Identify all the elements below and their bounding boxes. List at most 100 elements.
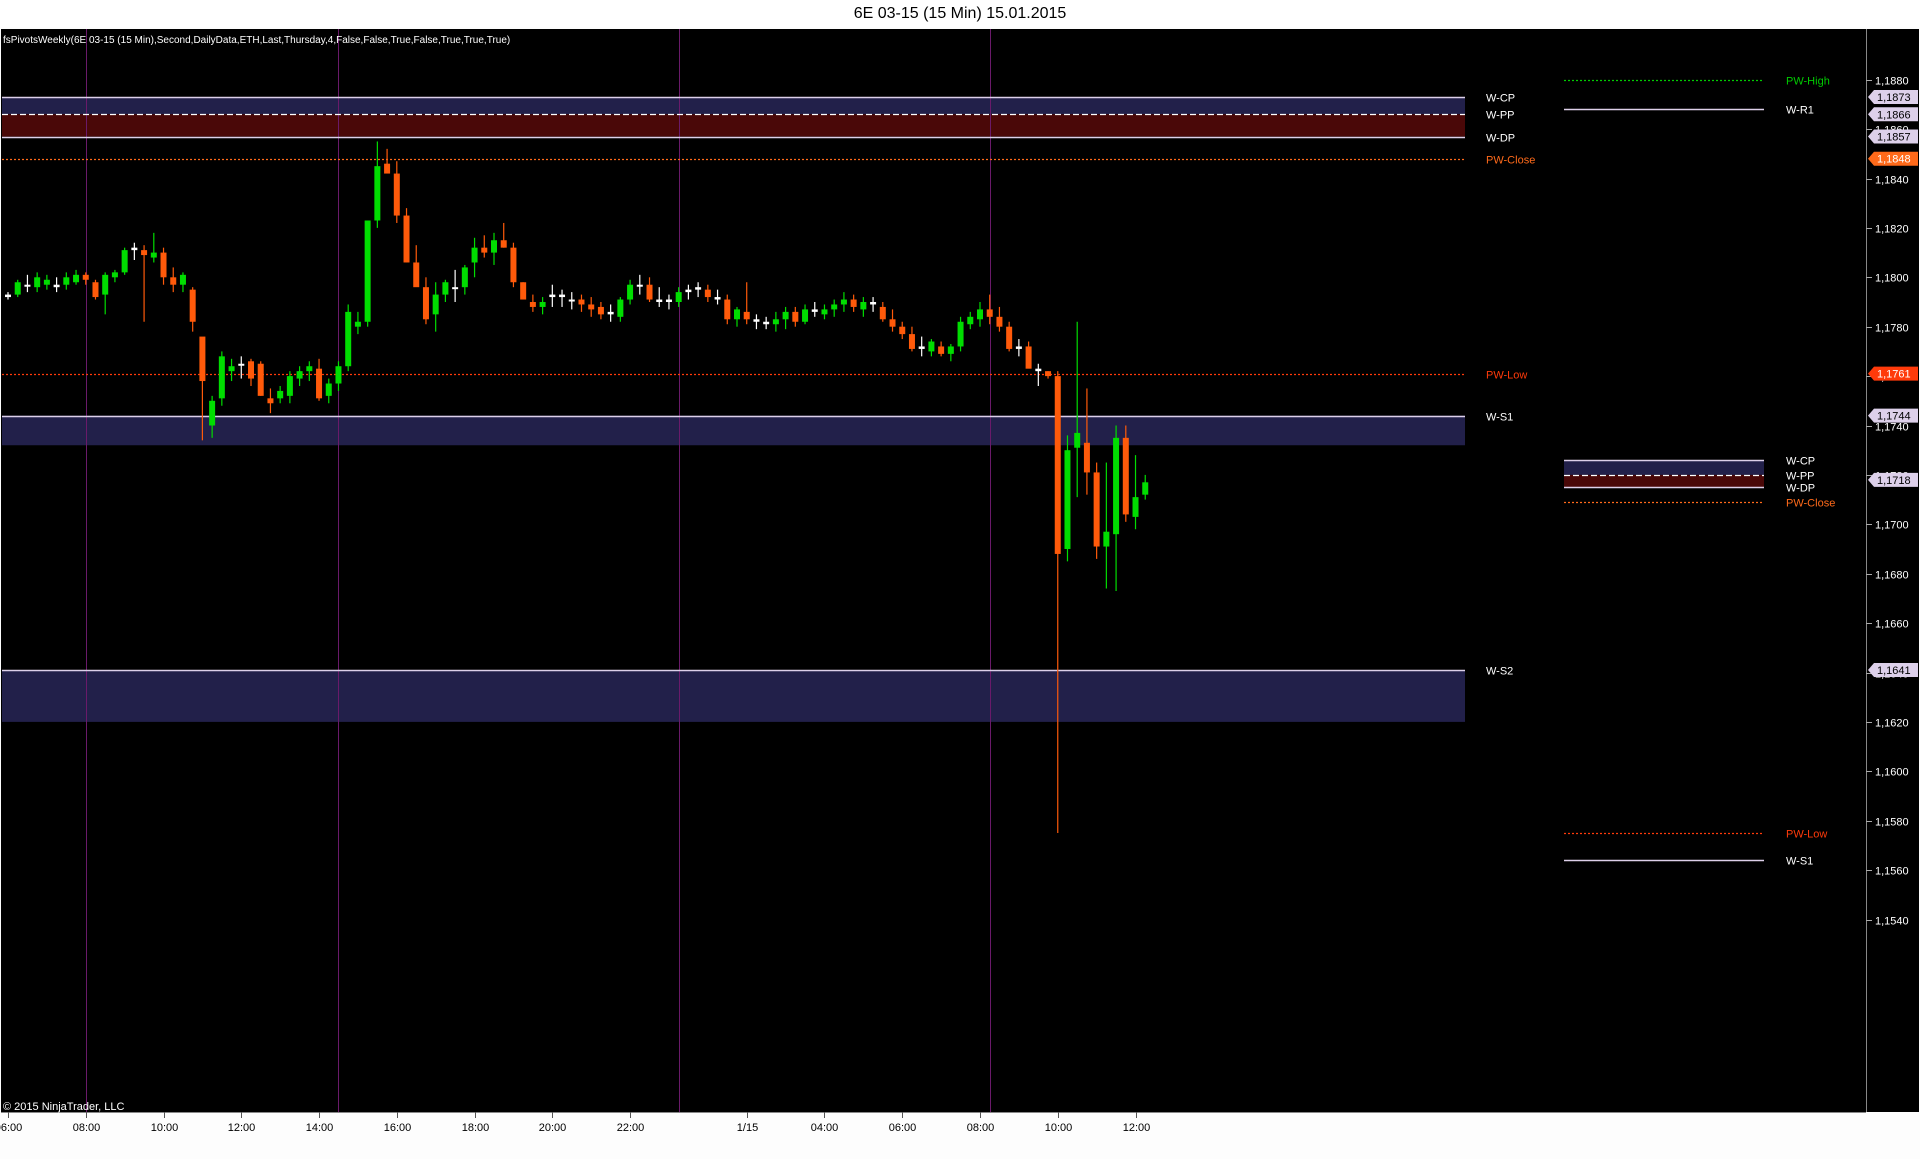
candle-body — [461, 267, 468, 288]
candle-body — [908, 334, 915, 349]
pivot-level-label: W-PP — [1486, 110, 1515, 122]
x-tick-label: 06:00 — [0, 1122, 22, 1134]
candle-body — [5, 294, 11, 298]
pivot-band — [2, 114, 1465, 137]
prev-week-level-label: PW-High — [1786, 76, 1830, 88]
candle-body — [257, 363, 264, 396]
candle-body — [150, 252, 157, 258]
candle-body — [957, 321, 964, 347]
candle-body — [1054, 376, 1061, 554]
y-tick-label: 1,1680 — [1875, 570, 1909, 582]
candle — [218, 351, 225, 406]
candle-body — [296, 371, 303, 379]
price-marker-label: 1,1873 — [1877, 92, 1911, 104]
pivot-level-label: W-S1 — [1486, 412, 1513, 424]
candle-body — [34, 277, 41, 288]
candle-body — [656, 299, 663, 302]
candle-body — [617, 299, 624, 317]
candle-body — [1074, 432, 1081, 448]
price-marker: 1,1848 — [1868, 151, 1918, 166]
candle-body — [928, 341, 935, 352]
price-marker: 1,1641 — [1868, 663, 1918, 678]
candle-body — [763, 321, 770, 325]
candle-body — [393, 173, 400, 216]
plot-area[interactable] — [1, 29, 1867, 1112]
pivot-level-label: W-CP — [1486, 93, 1515, 105]
candle-body — [481, 247, 488, 253]
candle-body — [1142, 482, 1149, 495]
prev-week-band — [1564, 460, 1764, 475]
prev-week-band — [1564, 474, 1764, 488]
price-marker: 1,1761 — [1868, 366, 1918, 381]
price-marker: 1,1873 — [1868, 89, 1918, 104]
candle — [520, 282, 527, 300]
price-marker: 1,1744 — [1868, 408, 1918, 423]
copyright-text: © 2015 NinjaTrader, LLC — [3, 1101, 124, 1113]
y-tick-label: 1,1540 — [1875, 916, 1909, 928]
candle-body — [345, 311, 352, 367]
candle-body — [111, 272, 118, 278]
candle — [1122, 425, 1129, 522]
x-tick-label: 1/15 — [737, 1122, 758, 1134]
x-tick-label: 14:00 — [306, 1122, 334, 1134]
candle-body — [597, 306, 604, 315]
candle-body — [1015, 346, 1022, 349]
price-marker-label: 1,1641 — [1877, 665, 1911, 677]
candle-body — [141, 250, 148, 256]
candle-body — [879, 306, 886, 320]
prev-week-level-label: PW-Low — [1786, 829, 1827, 841]
x-tick-label: 22:00 — [617, 1122, 645, 1134]
candle-body — [316, 368, 323, 399]
price-chart[interactable]: W-CPW-PPW-DPPW-ClosePW-LowW-S1W-S2 PW-Hi… — [0, 27, 1920, 1159]
pivot-level-label: W-S2 — [1486, 666, 1513, 678]
price-marker-label: 1,1857 — [1877, 132, 1911, 144]
candle-body — [627, 284, 634, 300]
candle-body — [471, 247, 478, 263]
candle-body — [82, 274, 89, 280]
candle-body — [1122, 437, 1129, 515]
candle — [92, 279, 99, 300]
prev-week-level-label: W-CP — [1786, 456, 1815, 468]
candle — [957, 316, 964, 352]
pivot-level-label: PW-Close — [1486, 155, 1535, 167]
price-marker: 1,1718 — [1868, 472, 1918, 487]
prev-week-level-label: W-PP — [1786, 471, 1815, 483]
candle-body — [840, 299, 847, 305]
candle-body — [306, 366, 313, 372]
y-tick-label: 1,1620 — [1875, 718, 1909, 730]
candle-body — [918, 346, 925, 349]
price-marker-label: 1,1744 — [1877, 411, 1911, 423]
prev-week-level-label: W-S1 — [1786, 856, 1813, 868]
y-tick-label: 1,1580 — [1875, 817, 1909, 829]
candle-body — [510, 247, 517, 283]
candle-body — [131, 247, 138, 251]
candle-body — [63, 277, 70, 285]
x-tick-label: 20:00 — [539, 1122, 567, 1134]
candle-body — [422, 287, 429, 320]
candle-body — [996, 316, 1003, 327]
candle — [510, 242, 517, 288]
candle-body — [685, 289, 692, 293]
candle-body — [772, 319, 779, 325]
candle-body — [452, 287, 459, 290]
candle-body — [374, 166, 381, 221]
candle-body — [1006, 326, 1013, 349]
candle-body — [549, 294, 556, 298]
candle-body — [889, 319, 896, 327]
prev-week-level-label: W-DP — [1786, 483, 1815, 495]
candle-body — [568, 299, 575, 302]
pivot-level-label: W-DP — [1486, 133, 1515, 145]
candle-body — [850, 299, 857, 307]
y-tick-label: 1,1820 — [1875, 224, 1909, 236]
candle-body — [1093, 472, 1100, 547]
y-tick-label: 1,1740 — [1875, 422, 1909, 434]
y-tick-label: 1,1800 — [1875, 273, 1909, 285]
candle-body — [14, 282, 21, 295]
x-tick-label: 12:00 — [228, 1122, 256, 1134]
candle-body — [831, 304, 838, 310]
candle-body — [286, 376, 293, 396]
candle — [345, 304, 352, 372]
candle-body — [1035, 368, 1042, 372]
candle-body — [179, 274, 186, 285]
candle-body — [1025, 346, 1032, 369]
